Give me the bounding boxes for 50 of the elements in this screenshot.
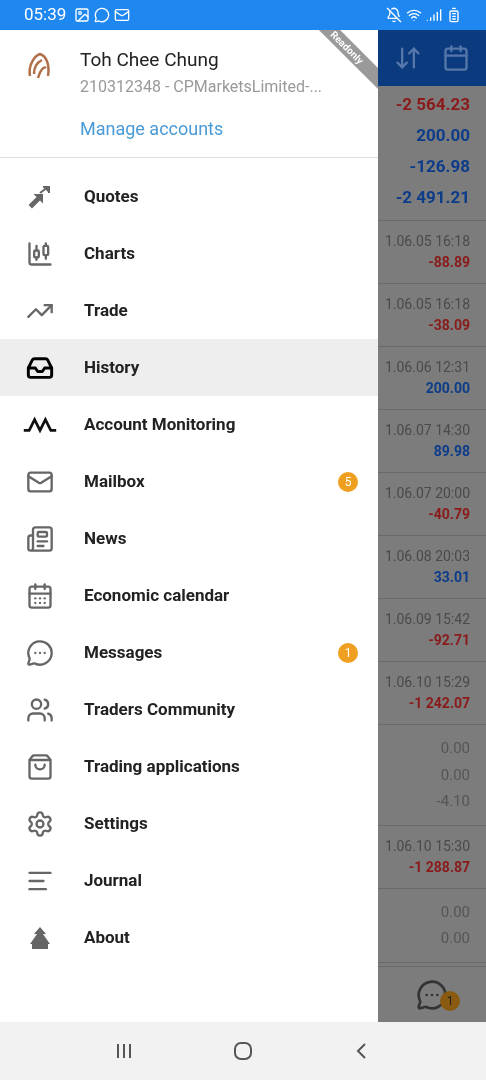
menu-item[interactable]: Mailbox 5 — [0, 453, 378, 510]
chat-icon — [26, 638, 54, 667]
deal-profit: -1 288.87 — [408, 857, 470, 877]
signal-icon — [426, 7, 442, 23]
mute-icon — [386, 7, 402, 23]
menu-item[interactable]: About — [0, 909, 378, 966]
summary-value: 200.00 — [416, 124, 470, 147]
menu-item[interactable]: Quotes — [0, 168, 378, 225]
menu-item[interactable]: Settings — [0, 795, 378, 852]
deal-profit: -40.79 — [428, 505, 470, 524]
deal-profit: 200.00 — [425, 379, 470, 398]
summary-value: -2 564.23 — [395, 93, 470, 116]
deal-profit: 89.98 — [433, 442, 470, 461]
summary-value: -2 491.21 — [395, 186, 470, 209]
wifi-icon — [406, 7, 422, 23]
count-badge: 1 — [338, 642, 358, 663]
deal-profit: -38.09 — [428, 316, 470, 335]
battery-icon — [446, 7, 462, 23]
account-server: 210312348 - CPMarketsLimited-... — [80, 75, 323, 98]
count-badge: 5 — [338, 471, 358, 492]
pulse-icon — [22, 414, 58, 435]
deal-profit: -92.71 — [428, 631, 470, 650]
candlestick-icon — [26, 239, 54, 268]
deal-profit: 33.01 — [433, 568, 470, 587]
menu-item[interactable]: News — [0, 510, 378, 567]
menu-item[interactable]: Charts — [0, 225, 378, 282]
calendar-icon — [26, 581, 54, 610]
menu-item[interactable]: History — [0, 339, 378, 396]
chat-icon[interactable] — [416, 978, 448, 1011]
menu-item[interactable]: Messages 1 — [0, 624, 378, 681]
bag-icon — [26, 752, 54, 781]
image-icon — [74, 7, 91, 23]
summary-value: -126.98 — [409, 155, 470, 178]
people-icon — [26, 695, 54, 724]
count-badge: 1 — [440, 990, 460, 1011]
clock: 05:39 — [24, 3, 67, 27]
home-icon[interactable] — [233, 1041, 253, 1061]
deal-profit: -88.89 — [428, 253, 470, 272]
deal-profit: -1 242.07 — [408, 694, 470, 713]
menu-item[interactable]: Trade — [0, 282, 378, 339]
menu-item[interactable]: Journal — [0, 852, 378, 909]
mail-icon — [114, 7, 131, 23]
account-name: Toh Chee Chung — [80, 47, 220, 73]
menu-item[interactable]: Account Monitoring — [0, 396, 378, 453]
menu-item[interactable]: Trading applications — [0, 738, 378, 795]
newspaper-icon — [26, 524, 54, 553]
settings-icon — [26, 809, 54, 838]
chat-icon — [94, 7, 111, 23]
menu-item[interactable]: Traders Community — [0, 681, 378, 738]
menu-item[interactable]: Economic calendar — [0, 567, 378, 624]
